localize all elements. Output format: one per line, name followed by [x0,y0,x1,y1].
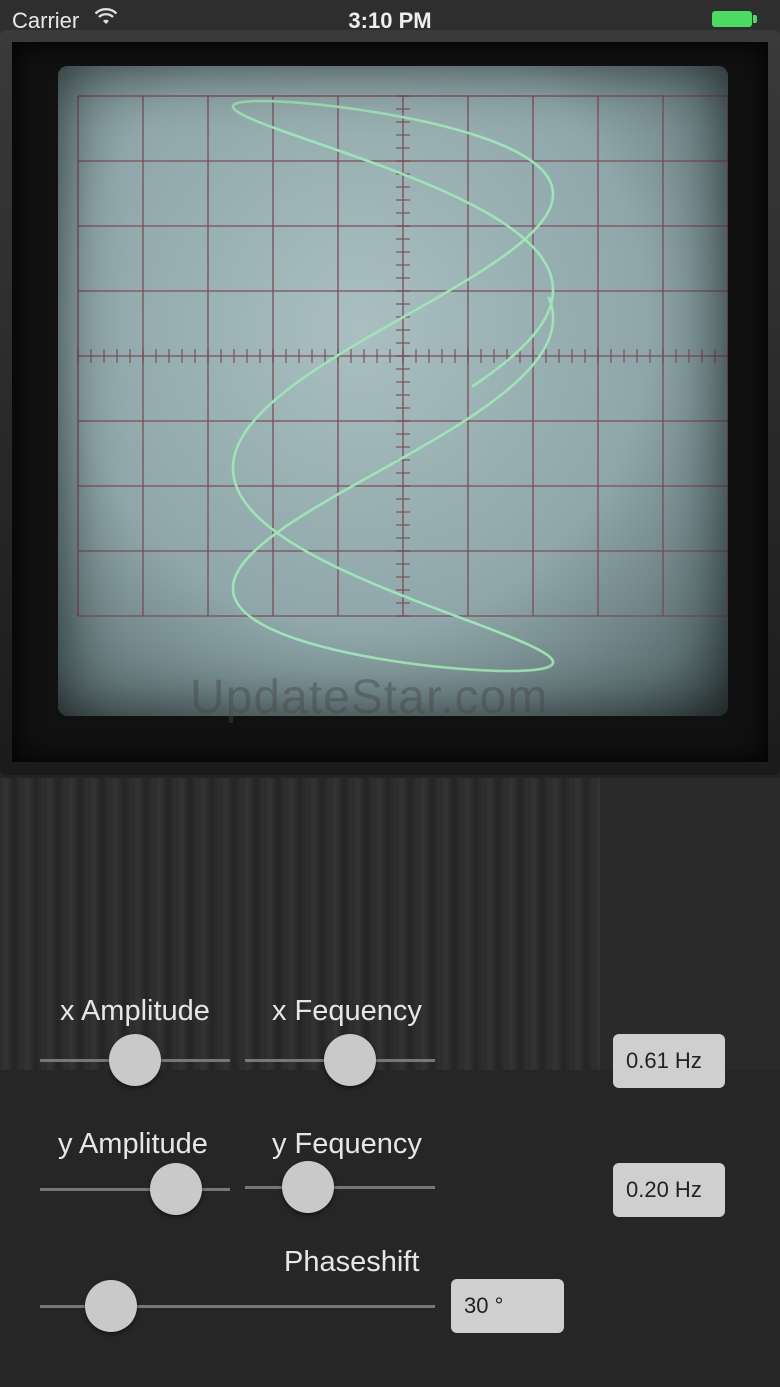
status-bar: Carrier 3:10 PM [0,0,780,40]
y-frequency-value[interactable]: 0.20 Hz [613,1163,725,1217]
x-amplitude-thumb[interactable] [109,1034,161,1086]
oscilloscope-screen [58,66,728,716]
x-frequency-thumb[interactable] [323,1034,376,1086]
lissajous-trace [231,99,555,673]
watermark: UpdateStar.com [190,671,549,724]
device-panel-right [600,778,780,1070]
phaseshift-label: Phaseshift [284,1246,420,1278]
y-frequency-label: y Fequency [272,1128,422,1160]
x-amplitude-label: x Amplitude [60,995,210,1027]
x-frequency-label: x Fequency [272,995,422,1027]
y-frequency-thumb[interactable] [282,1161,335,1213]
phaseshift-value[interactable]: 30 ° [451,1279,564,1333]
phaseshift-thumb[interactable] [84,1280,137,1332]
battery-cap [753,15,757,23]
y-amplitude-label: y Amplitude [58,1128,208,1160]
battery-icon [712,11,752,27]
lissajous-display [77,95,728,673]
x-frequency-value[interactable]: 0.61 Hz [613,1034,725,1088]
y-amplitude-thumb[interactable] [150,1163,203,1215]
y-frequency-track[interactable] [245,1186,435,1189]
status-time: 3:10 PM [348,8,432,33]
